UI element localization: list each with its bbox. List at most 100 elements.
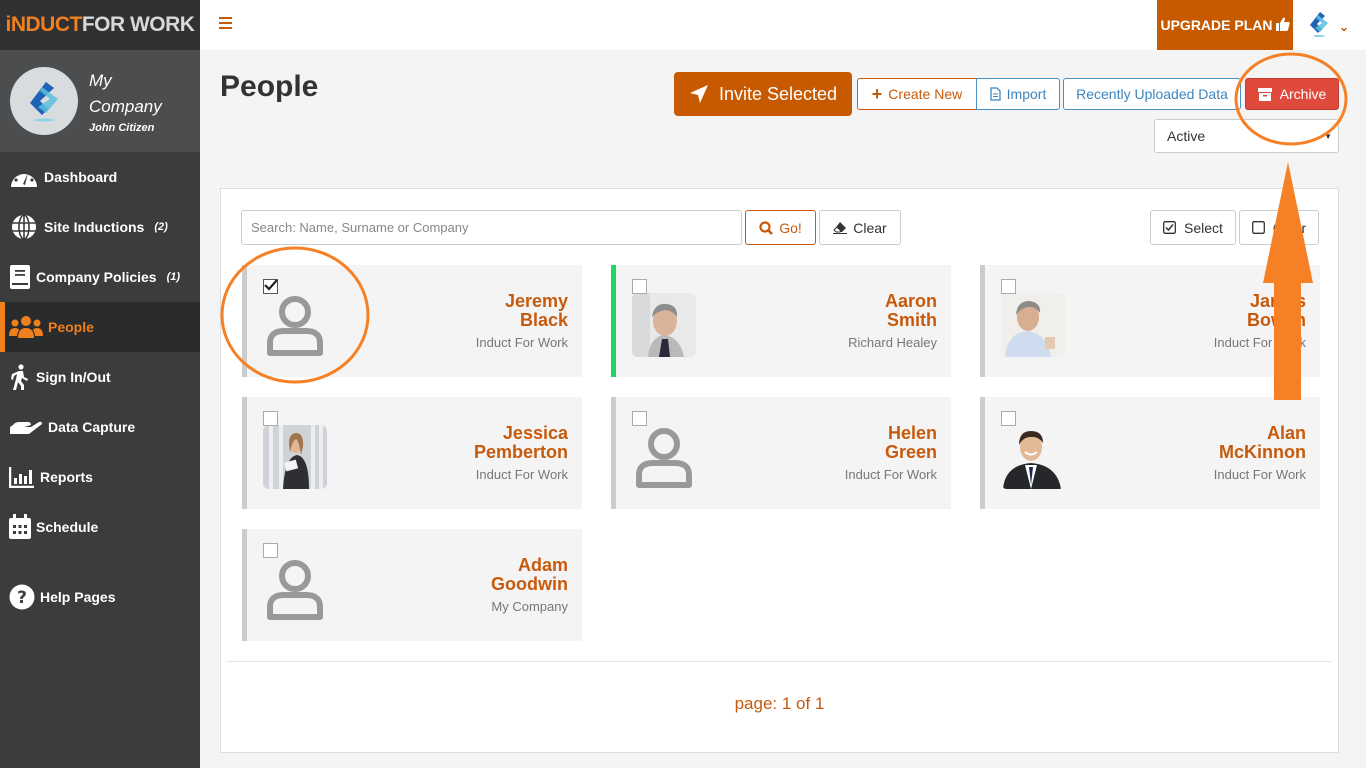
upgrade-plan-button[interactable]: UPGRADE PLAN [1157,0,1293,50]
bar-chart-icon [8,466,36,488]
company-logo-icon [1307,10,1331,43]
checkbox-checked-icon [1163,221,1176,234]
person-name[interactable]: Helen Green [807,424,937,462]
walking-icon [8,364,32,390]
person-name[interactable]: Alan McKinnon [1176,424,1306,462]
person-info: Adam Goodwin My Company [438,556,568,615]
archive-button[interactable]: Archive [1245,78,1339,110]
sidebar-item-sign-in-out[interactable]: Sign In/Out [0,352,200,402]
clear-selection-button[interactable]: Clear [1239,210,1319,245]
sidebar-item-site-inductions[interactable]: Site Inductions (2) [0,202,200,252]
person-photo [263,425,327,489]
person-name[interactable]: James Bowen [1176,292,1306,330]
status-filter-select[interactable]: Active ▼ [1154,119,1339,153]
person-first-name: Jessica [502,423,568,443]
sidebar-item-help-pages[interactable]: ? Help Pages [0,572,200,622]
person-company: Induct For Work [844,467,937,482]
search-clear-button[interactable]: Clear [819,210,901,245]
person-info: Aaron Smith Richard Healey [807,292,937,351]
paper-plane-icon [689,84,709,104]
person-card[interactable]: Helen Green Induct For Work [611,397,951,509]
sidebar-item-people[interactable]: People [0,302,200,352]
person-photo [632,293,696,357]
search-input[interactable] [241,210,742,245]
archive-box-icon [1257,87,1272,101]
select-all-label: Select [1184,219,1223,236]
search-icon [759,220,774,235]
person-name[interactable]: Adam Goodwin [438,556,568,594]
search-go-label: Go! [779,219,802,236]
logo-part-for-work: FOR WORK [81,13,195,36]
person-name[interactable]: Aaron Smith [807,292,937,330]
sidebar-item-company-policies[interactable]: Company Policies (1) [0,252,200,302]
person-select-checkbox[interactable] [632,279,647,294]
person-info: Jeremy Black Induct For Work [438,292,568,351]
checkbox-empty-icon [1251,221,1265,234]
menu-toggle-icon[interactable] [219,17,232,29]
calendar-icon [8,514,32,540]
person-info: Alan McKinnon Induct For Work [1176,424,1306,483]
brand-logo[interactable]: iNDUCT FOR WORK [0,0,200,50]
person-info: James Bowen Induct For Work [1176,292,1306,351]
person-select-checkbox[interactable] [263,543,278,558]
sidebar-item-label: Company Policies [36,269,157,285]
person-photo [1001,425,1065,489]
status-filter-value: Active [1167,128,1206,144]
globe-icon [8,214,40,240]
person-card[interactable]: Aaron Smith Richard Healey [611,265,951,377]
recently-uploaded-label: Recently Uploaded Data [1076,86,1228,102]
person-first-name: James [1249,291,1306,311]
person-select-checkbox[interactable] [1001,411,1016,426]
person-first-name: Alan [1266,423,1306,443]
person-select-checkbox[interactable] [263,279,278,294]
person-name[interactable]: Jeremy Black [438,292,568,330]
people-panel: Go! Clear Select Clear JeremyBlack Induct… [220,188,1339,753]
thumbs-up-icon [1275,17,1290,34]
person-select-checkbox[interactable] [1001,279,1016,294]
select-all-button[interactable]: Select [1150,210,1236,245]
person-select-checkbox[interactable] [632,411,647,426]
person-first-name: Jeremy [504,291,568,311]
person-company: Richard Healey [848,335,937,350]
site-inductions-count: (2) [154,221,168,233]
person-select-checkbox[interactable] [263,411,278,426]
create-new-button[interactable]: + Create New [857,78,977,110]
recently-uploaded-data-button[interactable]: Recently Uploaded Data [1063,78,1241,110]
user-menu[interactable]: ⌄ [1307,10,1349,43]
person-card[interactable]: Jessica Pemberton Induct For Work [242,397,582,509]
sidebar-item-data-capture[interactable]: Data Capture [0,402,200,452]
sidebar-item-label: People [48,319,94,335]
search-go-button[interactable]: Go! [745,210,816,245]
logo-part-induct: iNDUCT [5,13,83,36]
person-card[interactable]: Alan McKinnon Induct For Work [980,397,1320,509]
person-last-name: Smith [886,310,937,330]
person-card[interactable]: Adam Goodwin My Company [242,529,582,641]
person-last-name: Bowen [1246,310,1306,330]
person-first-name: Aaron [884,291,937,311]
person-last-name: Goodwin [491,574,568,594]
sidebar-item-reports[interactable]: Reports [0,452,200,502]
person-name[interactable]: Jessica Pemberton [438,424,568,462]
person-company: Induct For Work [1213,467,1306,482]
company-profile[interactable]: My Company John Citizen [0,50,200,152]
plus-icon: + [871,83,883,104]
person-company: Induct For Work [475,467,568,482]
person-card[interactable]: James Bowen Induct For Work [980,265,1320,377]
sidebar-item-label: Reports [40,469,93,485]
upgrade-plan-label: UPGRADE PLAN [1160,17,1273,33]
person-card[interactable]: Jeremy Black Induct For Work [242,265,582,377]
sidebar-nav: Dashboard Site Inductions (2) Company Po… [0,152,200,622]
import-button[interactable]: Import [976,78,1060,110]
sidebar-item-dashboard[interactable]: Dashboard [0,152,200,202]
invite-selected-button[interactable]: Invite Selected [674,72,852,116]
sidebar-item-schedule[interactable]: Schedule [0,502,200,552]
user-placeholder-icon [263,557,327,621]
dashboard-icon [8,165,40,189]
company-name: My Company [89,71,162,116]
sidebar-item-label: Schedule [36,519,99,535]
person-last-name: Pemberton [473,442,568,462]
person-info: Jessica Pemberton Induct For Work [438,424,568,483]
question-circle-icon: ? [8,584,36,610]
nav-spacer [0,552,200,572]
users-icon [8,315,44,339]
